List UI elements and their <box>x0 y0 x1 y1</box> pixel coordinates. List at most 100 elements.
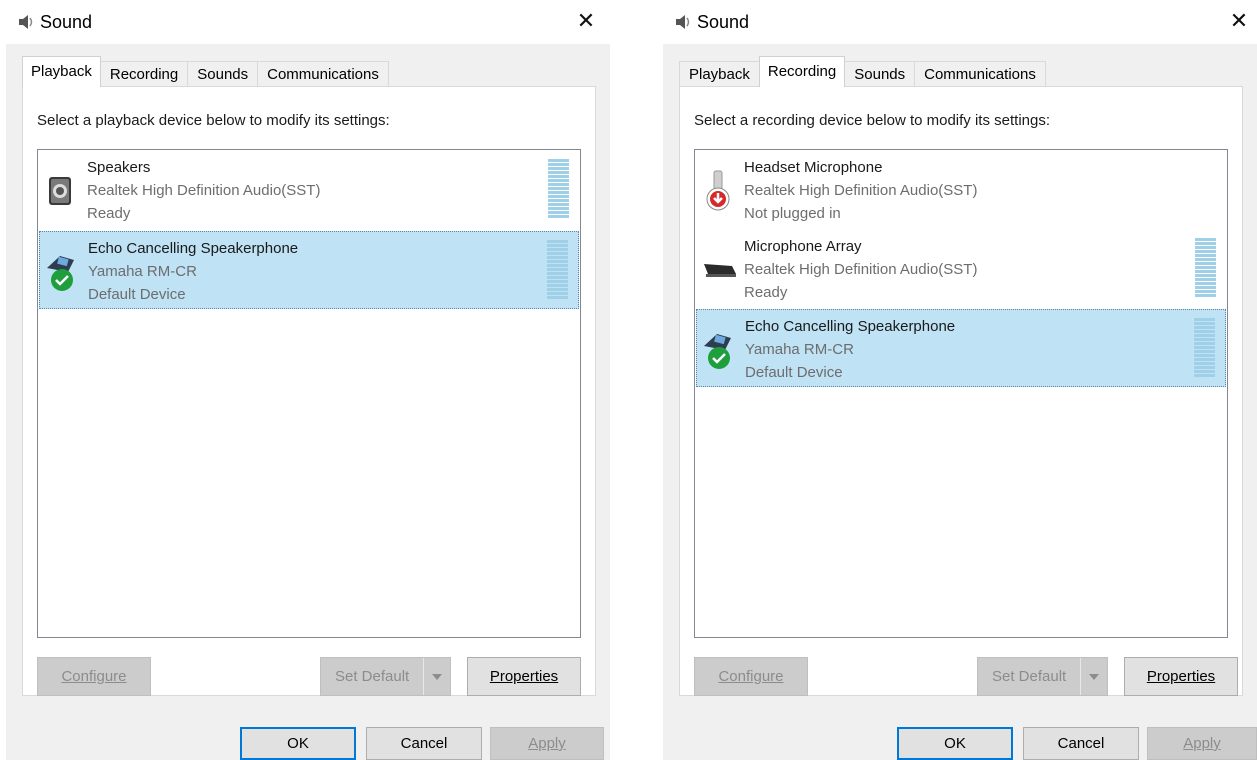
ok-button[interactable]: OK <box>897 727 1013 760</box>
meter-segment <box>548 199 569 202</box>
meter-segment <box>1194 326 1215 329</box>
meter-segment <box>547 256 568 259</box>
meter-segment <box>547 288 568 291</box>
device-status: Ready <box>744 284 788 301</box>
meter-segment <box>1195 238 1216 241</box>
meter-segment <box>547 272 568 275</box>
meter-segment <box>1195 270 1216 273</box>
list-item[interactable]: Headset Microphone Realtek High Definiti… <box>696 151 1226 229</box>
meter-segment <box>547 284 568 287</box>
set-default-button[interactable]: Set Default <box>320 657 452 696</box>
meter-segment <box>548 191 569 194</box>
headset-microphone-icon <box>706 170 730 211</box>
cancel-button[interactable]: Cancel <box>366 727 482 760</box>
tab-communications[interactable]: Communications <box>257 61 389 87</box>
list-item[interactable]: Microphone Array Realtek High Definition… <box>696 230 1226 308</box>
title-bar: Sound ✕ <box>657 0 1257 44</box>
meter-segment <box>548 203 569 206</box>
close-button[interactable]: ✕ <box>574 10 598 34</box>
meter-segment <box>547 264 568 267</box>
level-meter <box>547 240 568 299</box>
device-status: Default Device <box>745 364 843 381</box>
device-status: Ready <box>87 205 131 222</box>
meter-segment <box>547 240 568 243</box>
set-default-label: Set Default <box>978 658 1082 695</box>
list-item[interactable]: Echo Cancelling Speakerphone Yamaha RM-C… <box>39 231 579 309</box>
list-item[interactable]: Speakers Realtek High Definition Audio(S… <box>39 151 579 229</box>
meter-segment <box>1194 338 1215 341</box>
tab-playback[interactable]: Playback <box>22 56 101 87</box>
meter-segment <box>1195 262 1216 265</box>
meter-segment <box>1195 274 1216 277</box>
ok-button[interactable]: OK <box>240 727 356 760</box>
apply-label: Apply <box>528 735 566 752</box>
meter-segment <box>547 292 568 295</box>
device-list[interactable]: Headset Microphone Realtek High Definiti… <box>694 149 1228 638</box>
meter-segment <box>548 195 569 198</box>
tab-sounds[interactable]: Sounds <box>187 61 259 87</box>
tab-playback[interactable]: Playback <box>679 61 760 87</box>
meter-segment <box>547 276 568 279</box>
speaker-icon <box>49 177 71 205</box>
meter-segment <box>547 244 568 247</box>
sound-speaker-icon <box>676 15 690 29</box>
meter-segment <box>1194 322 1215 325</box>
tab-recording[interactable]: Recording <box>99 61 189 87</box>
meter-segment <box>1194 362 1215 365</box>
close-button[interactable]: ✕ <box>1227 10 1251 34</box>
set-default-button[interactable]: Set Default <box>977 657 1109 696</box>
meter-segment <box>547 248 568 251</box>
apply-button[interactable]: Apply <box>1147 727 1257 760</box>
level-meter <box>1195 238 1216 297</box>
properties-button[interactable]: Properties <box>1124 657 1238 696</box>
device-driver: Realtek High Definition Audio(SST) <box>744 182 978 199</box>
tab-recording[interactable]: Recording <box>758 56 846 87</box>
device-list[interactable]: Speakers Realtek High Definition Audio(S… <box>37 149 581 638</box>
meter-segment <box>1194 334 1215 337</box>
meter-segment <box>1195 286 1216 289</box>
tab-sounds[interactable]: Sounds <box>844 61 916 87</box>
meter-segment <box>1194 370 1215 373</box>
tab-strip: Playback Recording Sounds Communications <box>679 55 1046 87</box>
meter-segment <box>548 163 569 166</box>
meter-segment <box>1194 374 1215 377</box>
meter-segment <box>548 207 569 210</box>
properties-label: Properties <box>489 668 559 685</box>
speakerphone-icon <box>704 334 731 369</box>
meter-segment <box>547 268 568 271</box>
meter-segment <box>1195 254 1216 257</box>
meter-segment <box>548 211 569 214</box>
meter-segment <box>1194 366 1215 369</box>
meter-segment <box>1194 346 1215 349</box>
tab-communications[interactable]: Communications <box>914 61 1046 87</box>
meter-segment <box>1194 354 1215 357</box>
device-name: Microphone Array <box>744 238 862 255</box>
device-status: Not plugged in <box>744 205 841 222</box>
configure-label: Configure <box>61 668 127 685</box>
meter-segment <box>1194 358 1215 361</box>
list-item[interactable]: Echo Cancelling Speakerphone Yamaha RM-C… <box>696 309 1226 387</box>
configure-button[interactable]: Configure <box>37 657 151 696</box>
set-default-label: Set Default <box>321 658 425 695</box>
apply-button[interactable]: Apply <box>490 727 604 760</box>
dropdown-arrow-icon[interactable] <box>1081 658 1107 695</box>
meter-segment <box>1194 342 1215 345</box>
instruction-text: Select a playback device below to modify… <box>37 112 390 129</box>
device-driver: Yamaha RM-CR <box>88 263 197 280</box>
dropdown-arrow-icon[interactable] <box>424 658 450 695</box>
meter-segment <box>1195 246 1216 249</box>
meter-segment <box>1195 242 1216 245</box>
meter-segment <box>1194 318 1215 321</box>
device-name: Echo Cancelling Speakerphone <box>745 318 956 335</box>
instruction-text: Select a recording device below to modif… <box>694 112 1051 129</box>
properties-button[interactable]: Properties <box>467 657 581 696</box>
device-name: Speakers <box>87 159 151 176</box>
meter-segment <box>1195 294 1216 297</box>
meter-segment <box>548 183 569 186</box>
speakerphone-icon <box>47 256 74 291</box>
meter-segment <box>1194 350 1215 353</box>
meter-segment <box>547 260 568 263</box>
cancel-button[interactable]: Cancel <box>1023 727 1139 760</box>
sound-dialog-recording: Sound ✕ Playback Recording Sounds Commun… <box>657 0 1257 760</box>
configure-button[interactable]: Configure <box>694 657 808 696</box>
